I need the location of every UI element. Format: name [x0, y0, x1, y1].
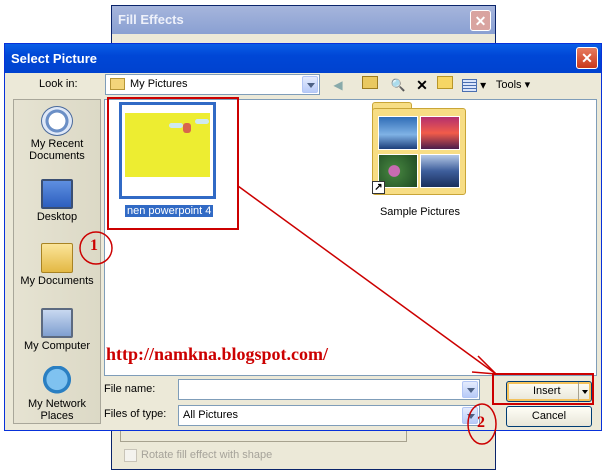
file-list-view[interactable]: nen powerpoint 4 ↗ Sample Pictures [104, 99, 597, 376]
my-documents-icon [41, 243, 73, 273]
file-thumbnail-nen-powerpoint-4[interactable] [119, 102, 216, 199]
recent-documents-icon [41, 106, 73, 136]
places-bar: My Recent Documents Desktop My Documents… [13, 99, 101, 424]
desktop-icon [41, 179, 73, 209]
chevron-down-icon[interactable] [302, 76, 318, 93]
views-icon[interactable]: ▾ [461, 76, 487, 94]
place-desktop[interactable]: Desktop [14, 179, 100, 223]
look-in-value: My Pictures [130, 78, 188, 90]
my-computer-icon [41, 308, 73, 338]
watermark-url: http://namkna.blogspot.com/ [106, 344, 329, 364]
place-my-documents[interactable]: My Documents [14, 243, 100, 287]
fill-effects-title: Fill Effects [112, 6, 495, 34]
insert-label: Insert [533, 385, 561, 397]
fill-effects-close-button[interactable]: ✕ [470, 10, 491, 31]
new-folder-icon[interactable] [436, 76, 454, 94]
rotate-fill-checkbox[interactable] [124, 449, 137, 462]
place-my-network-places[interactable]: My Network Places [14, 366, 100, 422]
place-label: My Documents [20, 275, 94, 287]
file-name-label[interactable]: nen powerpoint 4 [123, 204, 215, 218]
place-label: My Recent Documents [29, 138, 85, 162]
chevron-down-icon[interactable] [462, 381, 478, 398]
look-in-label: Look in: [39, 78, 78, 90]
chevron-down-icon[interactable] [462, 407, 478, 424]
back-icon[interactable]: ◀ [328, 76, 348, 94]
files-of-type-label: Files of type: [104, 408, 167, 420]
folder-name-label[interactable]: Sample Pictures [368, 206, 472, 218]
place-my-recent-documents[interactable]: My Recent Documents [14, 106, 100, 162]
search-web-icon[interactable]: 🔍 [389, 76, 407, 94]
insert-options-chevron-icon[interactable] [578, 382, 591, 401]
shortcut-arrow-icon: ↗ [372, 181, 385, 194]
folder-thumbnail-sample-pictures[interactable]: ↗ [372, 102, 467, 197]
network-places-icon [41, 366, 73, 396]
place-label: Desktop [36, 211, 78, 223]
files-of-type-value: All Pictures [183, 409, 239, 421]
place-label: My Computer [23, 340, 91, 352]
dialog-title: Select Picture [5, 44, 601, 73]
look-in-dropdown[interactable]: My Pictures [105, 74, 320, 95]
delete-icon[interactable]: ✕ [413, 76, 431, 94]
close-button[interactable]: ✕ [576, 47, 598, 69]
cancel-button[interactable]: Cancel [506, 406, 592, 427]
file-name-field-label: File name: [104, 383, 156, 395]
up-folder-icon[interactable] [361, 76, 379, 94]
image-thumbnail [125, 113, 210, 181]
step-number-2: 2 [477, 414, 485, 431]
folder-icon [110, 78, 125, 90]
tools-menu-button[interactable]: Tools ▾ [493, 76, 533, 94]
place-my-computer[interactable]: My Computer [14, 308, 100, 352]
file-name-input[interactable] [178, 379, 480, 400]
insert-button[interactable]: Insert [506, 381, 592, 402]
place-label: My Network Places [27, 398, 87, 422]
files-of-type-dropdown[interactable]: All Pictures [178, 405, 480, 426]
rotate-fill-label: Rotate fill effect with shape [141, 449, 273, 461]
step-number-1: 1 [90, 237, 98, 254]
